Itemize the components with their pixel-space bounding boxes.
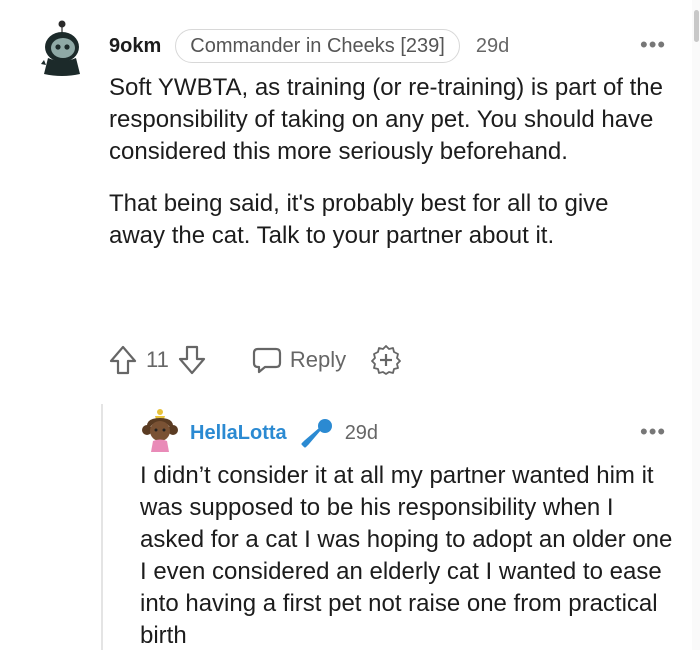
reply-button[interactable]: Reply xyxy=(251,345,346,375)
reply-avatar[interactable] xyxy=(139,408,181,454)
reply-username[interactable]: HellaLotta xyxy=(190,422,287,445)
more-options-icon: ••• xyxy=(640,419,667,444)
scrollbar-thumb[interactable] xyxy=(694,10,699,42)
reply-paragraph: I didn’t consider it at all my partner w… xyxy=(140,462,673,649)
thread-line[interactable] xyxy=(101,404,103,650)
scrollbar-track[interactable] xyxy=(692,0,700,650)
reply-more-options-button[interactable]: ••• xyxy=(640,421,666,443)
user-flair: Commander in Cheeks [239] xyxy=(175,29,460,63)
reply-header: HellaLotta 29d xyxy=(190,416,378,450)
microphone-icon xyxy=(301,418,333,448)
upvote-arrow-icon[interactable] xyxy=(108,344,138,376)
downvote-arrow-icon[interactable] xyxy=(177,344,207,376)
vote-count: 11 xyxy=(146,347,169,372)
more-options-icon: ••• xyxy=(640,32,667,57)
more-options-button[interactable]: ••• xyxy=(640,34,666,56)
speech-bubble-icon xyxy=(251,345,283,375)
comment-paragraph: Soft YWBTA, as training (or re-training)… xyxy=(109,74,663,165)
avatar[interactable] xyxy=(38,18,86,76)
reply-body: I didn’t consider it at all my partner w… xyxy=(140,460,680,652)
reply-label: Reply xyxy=(289,347,347,372)
comment-username[interactable]: 9okm xyxy=(109,35,161,58)
comment-actions: 11 Reply xyxy=(108,343,402,377)
comment-header: 9okm Commander in Cheeks [239] 29d xyxy=(109,28,509,64)
comment-body: Soft YWBTA, as training (or re-training)… xyxy=(109,72,669,252)
reply-timestamp: 29d xyxy=(344,421,379,444)
comment-paragraph: That being said, it's probably best for … xyxy=(109,190,609,249)
comment-timestamp: 29d xyxy=(475,34,510,57)
add-award-icon[interactable] xyxy=(370,344,402,376)
